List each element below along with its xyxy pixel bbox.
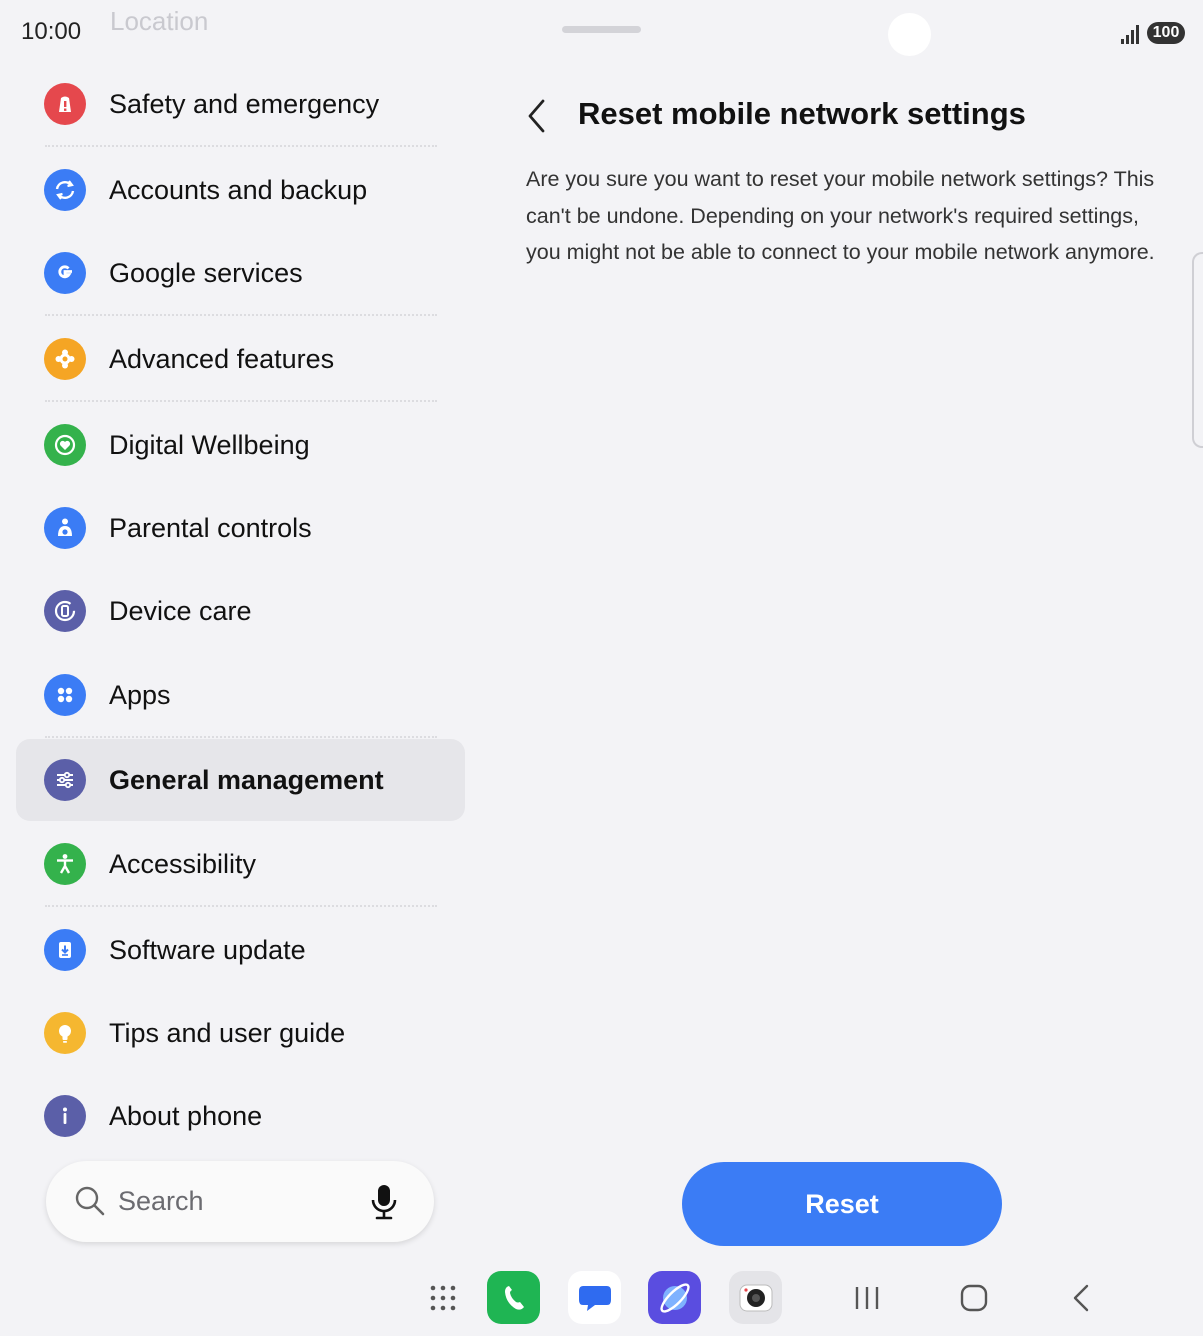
menu-item-label: Accounts and backup: [109, 174, 368, 205]
sliders-icon: [44, 759, 86, 801]
status-time: 10:00: [21, 18, 82, 45]
internet-icon[interactable]: [648, 1271, 701, 1324]
apps-icon: [44, 674, 86, 716]
menu-item-device-care[interactable]: Device care: [16, 570, 465, 652]
edge-panel-handle[interactable]: [1192, 252, 1203, 448]
divider: [45, 314, 437, 316]
child-icon: [44, 507, 86, 549]
divider: [45, 400, 437, 402]
home-icon[interactable]: [958, 1282, 990, 1314]
battery-indicator: 100: [1147, 22, 1185, 44]
menu-item-accessibility[interactable]: Accessibility: [16, 823, 465, 905]
phone-icon[interactable]: [487, 1271, 540, 1324]
menu-item-tips-and-user-guide[interactable]: Tips and user guide: [16, 992, 465, 1074]
device-care-icon: [44, 590, 86, 632]
menu-item-label: Google services: [109, 257, 303, 288]
update-icon: [44, 929, 86, 971]
heart-icon: [44, 424, 86, 466]
menu-item-digital-wellbeing[interactable]: Digital Wellbeing: [16, 404, 465, 486]
menu-item-label: Apps: [109, 679, 171, 710]
back-button[interactable]: [522, 97, 554, 135]
divider: [45, 905, 437, 907]
menu-item-label: Software update: [109, 934, 306, 965]
menu-item-apps[interactable]: Apps: [16, 654, 465, 736]
messages-icon[interactable]: [568, 1271, 621, 1324]
search-input[interactable]: [118, 1183, 348, 1219]
menu-item-about-phone[interactable]: About phone: [16, 1075, 465, 1157]
menu-item-label: Parental controls: [109, 512, 312, 543]
lightbulb-icon: [44, 1012, 86, 1054]
recents-icon[interactable]: [851, 1282, 883, 1314]
menu-item-label: Device care: [109, 595, 252, 626]
menu-item-google-services[interactable]: Google services: [16, 232, 465, 314]
search-bar[interactable]: [46, 1161, 434, 1242]
back-icon[interactable]: [1066, 1282, 1098, 1314]
menu-item-label: General management: [109, 764, 384, 795]
google-icon: [44, 252, 86, 294]
menu-item-accounts-and-backup[interactable]: Accounts and backup: [16, 149, 465, 231]
apps-grid-icon[interactable]: [429, 1284, 457, 1312]
sync-icon: [44, 169, 86, 211]
puzzle-icon: [44, 338, 86, 380]
faded-location-label: Location: [110, 6, 209, 36]
menu-item-label: Advanced features: [109, 343, 335, 374]
search-icon: [75, 1186, 105, 1216]
alert-icon: [44, 83, 86, 125]
menu-item-label: Safety and emergency: [109, 88, 380, 119]
signal-icon: [1121, 25, 1139, 44]
divider: [45, 145, 437, 147]
description-text: Are you sure you want to reset your mobi…: [526, 167, 1155, 264]
info-icon: [44, 1095, 86, 1137]
menu-item-software-update[interactable]: Software update: [16, 909, 465, 991]
front-camera-cutout: [888, 13, 931, 56]
menu-item-label: Digital Wellbeing: [109, 429, 310, 460]
menu-item-parental-controls[interactable]: Parental controls: [16, 487, 465, 569]
accessibility-icon: [44, 843, 86, 885]
reset-button[interactable]: Reset: [682, 1162, 1002, 1246]
menu-item-label: Tips and user guide: [109, 1017, 346, 1048]
menu-item-advanced-features[interactable]: Advanced features: [16, 318, 465, 400]
drag-handle[interactable]: [562, 26, 641, 33]
divider: [45, 736, 437, 738]
menu-item-general-management[interactable]: General management: [16, 739, 465, 821]
microphone-icon[interactable]: [368, 1183, 400, 1221]
page-title: Reset mobile network settings: [578, 96, 1026, 131]
camera-icon[interactable]: [729, 1271, 782, 1324]
menu-item-label: About phone: [109, 1100, 263, 1131]
menu-item-label: Accessibility: [109, 848, 257, 879]
menu-item-safety-and-emergency[interactable]: Safety and emergency: [16, 63, 465, 145]
